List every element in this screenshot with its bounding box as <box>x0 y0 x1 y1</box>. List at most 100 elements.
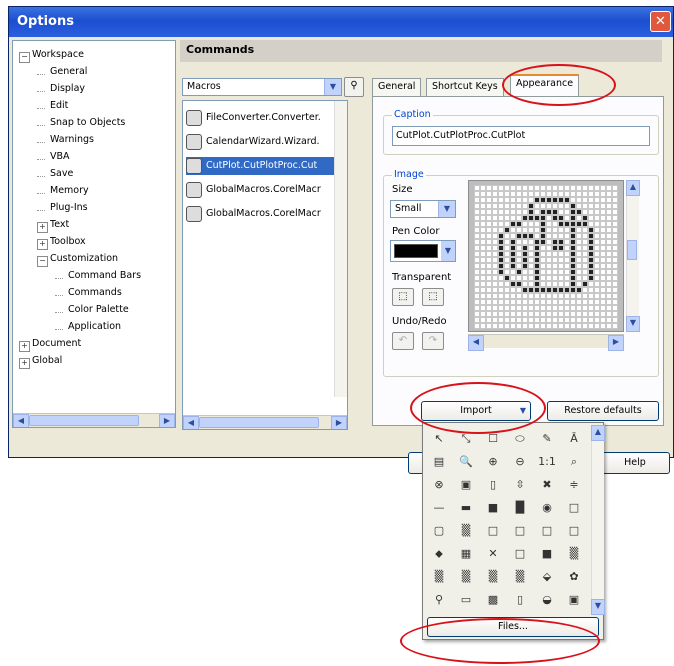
command-list-item[interactable]: CalendarWizard.Wizard. <box>186 133 336 151</box>
tree-expander-icon[interactable]: + <box>19 358 30 369</box>
tree-expander-icon[interactable]: + <box>19 341 30 352</box>
chevron-down-icon[interactable]: ▼ <box>441 241 455 261</box>
tool-icon[interactable]: ⬙ <box>537 567 557 587</box>
command-list-item[interactable]: FileConverter.Converter. <box>186 109 336 127</box>
tool-icon[interactable]: ✕ <box>483 544 503 564</box>
chevron-down-icon[interactable]: ▼ <box>438 201 455 217</box>
import-dropdown-popup[interactable]: ↖ ⤡ ☐ ⬭ ✎ Ā ▤ 🔍 ⊕ ⊖ 1:1 ⌕ ⊗ ▣ ▯ ⇳ ✖ ≑ — ▬ ■ █ ◉ □ ▢ ▒ □ □ □ □ ⬥ ▦ ✕ □ ■ ▒ ▒ ▒… <box>422 422 605 640</box>
tree-item[interactable]: Application <box>68 321 121 332</box>
tool-icon[interactable]: ▣ <box>564 590 584 610</box>
list-vertical-scrollbar[interactable] <box>334 101 347 397</box>
tree-item[interactable]: VBA <box>50 151 70 162</box>
tool-icon[interactable]: ▭ <box>456 590 476 610</box>
tool-icon[interactable]: ⌕ <box>564 452 584 472</box>
editor-horizontal-scrollbar[interactable]: ◀ ▶ <box>468 334 624 351</box>
tree-expander-icon[interactable]: − <box>37 256 48 267</box>
scrollbar-thumb[interactable] <box>29 415 139 426</box>
tree-horizontal-scrollbar[interactable]: ◀ ▶ <box>13 413 175 427</box>
category-combo[interactable]: Macros ▼ <box>182 78 342 96</box>
commands-list[interactable]: FileConverter.Converter. CalendarWizard.W… <box>182 100 348 430</box>
tool-icon[interactable]: ⊗ <box>429 475 449 495</box>
transparent-clear-icon[interactable]: ⬚ <box>422 288 444 306</box>
tool-icon[interactable]: ▒ <box>510 567 530 587</box>
scrollbar-thumb[interactable] <box>627 240 637 260</box>
tool-icon[interactable]: 🔍 <box>456 452 476 472</box>
tree-item[interactable]: Toolbox <box>50 236 86 247</box>
close-button[interactable]: ✕ <box>650 11 671 32</box>
tree-item[interactable]: Plug-Ins <box>50 202 88 213</box>
tree-item[interactable]: Warnings <box>50 134 94 145</box>
tree-item[interactable]: Global <box>32 355 62 366</box>
tree-item[interactable]: General <box>50 66 87 77</box>
command-list-item[interactable]: CutPlot.CutPlotProc.Cut <box>186 157 336 175</box>
scroll-down-icon[interactable]: ▼ <box>626 316 640 332</box>
tool-icon[interactable]: ✿ <box>564 567 584 587</box>
popup-vertical-scrollbar[interactable]: ▲ ▼ <box>591 425 605 615</box>
tool-icon[interactable]: ⊖ <box>510 452 530 472</box>
command-list-item[interactable]: GlobalMacros.CorelMacr <box>186 205 336 223</box>
tree-item[interactable]: Text <box>50 219 69 230</box>
tool-icon[interactable]: ■ <box>537 544 557 564</box>
tree-item[interactable]: Command Bars <box>68 270 141 281</box>
tool-icon[interactable]: ▯ <box>510 590 530 610</box>
editor-vertical-scrollbar[interactable]: ▲ ▼ <box>626 180 640 332</box>
help-button[interactable]: Help <box>600 452 670 474</box>
tool-icon[interactable]: ▢ <box>429 521 449 541</box>
tree-item[interactable]: Snap to Objects <box>50 117 125 128</box>
tree-item[interactable]: Workspace <box>32 49 84 60</box>
tool-icon[interactable]: ⬭ <box>510 429 530 449</box>
tree-item[interactable]: Edit <box>50 100 68 111</box>
tool-icon[interactable]: █ <box>510 498 530 518</box>
tool-icon[interactable]: □ <box>564 498 584 518</box>
tool-icon[interactable]: ≑ <box>564 475 584 495</box>
tool-icon[interactable]: ▒ <box>456 567 476 587</box>
tool-icon[interactable]: ▒ <box>564 544 584 564</box>
tool-icon[interactable]: ▒ <box>483 567 503 587</box>
redo-icon[interactable]: ↷ <box>422 332 444 350</box>
tool-icon[interactable]: ⊕ <box>483 452 503 472</box>
tool-icon[interactable]: ↖ <box>429 429 449 449</box>
scroll-right-icon[interactable]: ▶ <box>159 414 175 427</box>
undo-icon[interactable]: ↶ <box>392 332 414 350</box>
tool-icon[interactable]: ▦ <box>456 544 476 564</box>
tool-icon[interactable]: □ <box>564 521 584 541</box>
scroll-right-icon[interactable]: ▶ <box>331 416 347 429</box>
tool-icon[interactable]: ✎ <box>537 429 557 449</box>
tool-icon[interactable]: ■ <box>483 498 503 518</box>
tool-icon[interactable]: ▣ <box>456 475 476 495</box>
tool-icon[interactable]: ⬥ <box>429 544 449 564</box>
scroll-left-icon[interactable]: ◀ <box>13 414 29 427</box>
scrollbar-thumb[interactable] <box>199 417 319 428</box>
scroll-down-icon[interactable]: ▼ <box>591 599 605 615</box>
find-binoculars-icon[interactable]: ⚲ <box>344 77 364 97</box>
tree-item[interactable]: Customization <box>50 253 118 264</box>
chevron-down-icon[interactable]: ▼ <box>324 79 341 95</box>
tool-icon[interactable]: ▒ <box>429 567 449 587</box>
tool-icon[interactable]: ▤ <box>429 452 449 472</box>
tool-icon[interactable]: □ <box>510 544 530 564</box>
tree-expander-icon[interactable]: + <box>37 239 48 250</box>
tree-item[interactable]: Memory <box>50 185 89 196</box>
tree-item[interactable]: Display <box>50 83 85 94</box>
tool-icon[interactable]: — <box>429 498 449 518</box>
scroll-up-icon[interactable]: ▲ <box>626 180 640 196</box>
scroll-left-icon[interactable]: ◀ <box>468 335 484 351</box>
pixel[interactable] <box>612 323 618 329</box>
tree-expander-icon[interactable]: + <box>37 222 48 233</box>
tool-icon[interactable]: ▒ <box>456 521 476 541</box>
restore-defaults-button[interactable]: Restore defaults <box>547 401 659 421</box>
list-horizontal-scrollbar[interactable]: ◀ ▶ <box>183 415 347 429</box>
tool-icon[interactable]: ⇳ <box>510 475 530 495</box>
scroll-up-icon[interactable]: ▲ <box>591 425 605 441</box>
tool-icon[interactable]: ▯ <box>483 475 503 495</box>
size-combo[interactable]: Small ▼ <box>390 200 456 218</box>
tool-icon[interactable]: ▬ <box>456 498 476 518</box>
image-editor[interactable] <box>468 180 624 332</box>
scroll-right-icon[interactable]: ▶ <box>608 335 624 351</box>
scroll-left-icon[interactable]: ◀ <box>183 416 199 429</box>
tool-icon[interactable]: ◒ <box>537 590 557 610</box>
tool-icon[interactable]: Ā <box>564 429 584 449</box>
tool-icon[interactable]: □ <box>510 521 530 541</box>
tool-icon[interactable]: ⚲ <box>429 590 449 610</box>
tool-icon[interactable]: □ <box>483 521 503 541</box>
